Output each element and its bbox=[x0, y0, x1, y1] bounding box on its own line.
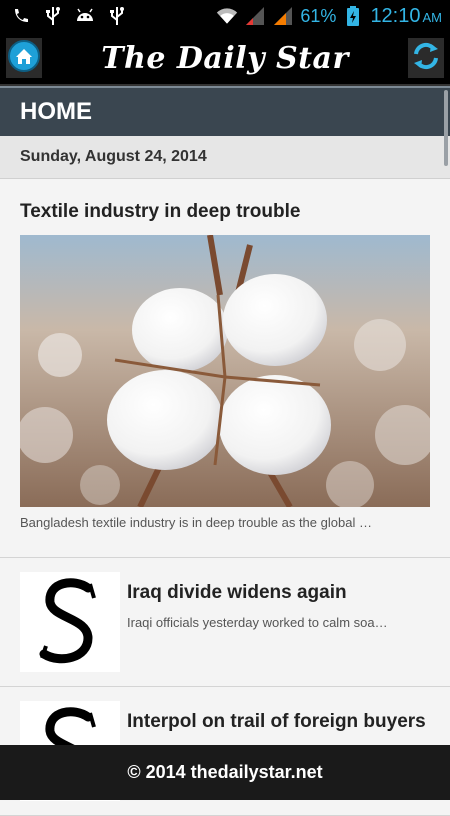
masthead-logo: The Daily Star bbox=[101, 40, 349, 76]
phone-icon bbox=[10, 5, 32, 27]
battery-percent: 61% bbox=[300, 5, 337, 26]
article-title[interactable]: Interpol on trail of foreign buyers bbox=[127, 711, 426, 733]
feature-summary: Bangladesh textile industry is in deep t… bbox=[20, 515, 372, 530]
battery-icon bbox=[342, 5, 364, 27]
clock: 12:10 AM bbox=[370, 5, 442, 28]
app-bar: The Daily Star bbox=[0, 32, 450, 86]
daily-star-s-logo bbox=[20, 572, 120, 672]
date-label: Sunday, August 24, 2014 bbox=[20, 148, 207, 165]
footer: © 2014 thedailystar.net bbox=[0, 745, 450, 800]
refresh-icon bbox=[410, 40, 442, 77]
refresh-button[interactable] bbox=[408, 38, 444, 78]
list-item[interactable]: Iraq divide widens again Iraqi officials… bbox=[0, 558, 450, 687]
home-icon bbox=[7, 39, 41, 78]
article-title[interactable]: Iraq divide widens again bbox=[127, 582, 347, 604]
status-bar: 61% 12:10 AM bbox=[0, 0, 450, 32]
section-title: HOME bbox=[20, 98, 92, 125]
signal-2-icon bbox=[272, 5, 294, 27]
section-header: HOME bbox=[0, 86, 450, 136]
clock-ampm: AM bbox=[422, 9, 443, 25]
footer-copyright: © 2014 thedailystar.net bbox=[127, 762, 323, 782]
usb-icon bbox=[106, 5, 128, 27]
feature-title[interactable]: Textile industry in deep trouble bbox=[20, 201, 300, 223]
cotton-boll-photo[interactable] bbox=[20, 235, 430, 507]
android-icon bbox=[74, 5, 96, 27]
feature-article[interactable]: Textile industry in deep trouble Banglad… bbox=[0, 179, 450, 558]
usb-icon bbox=[42, 5, 64, 27]
signal-1-icon bbox=[244, 5, 266, 27]
wifi-icon bbox=[216, 5, 238, 27]
date-row: Sunday, August 24, 2014 bbox=[0, 136, 450, 179]
scrollbar-thumb[interactable] bbox=[444, 90, 448, 166]
article-summary: Iraqi officials yesterday worked to calm… bbox=[127, 615, 388, 630]
clock-time: 12:10 bbox=[370, 4, 421, 27]
home-button[interactable] bbox=[6, 38, 42, 78]
